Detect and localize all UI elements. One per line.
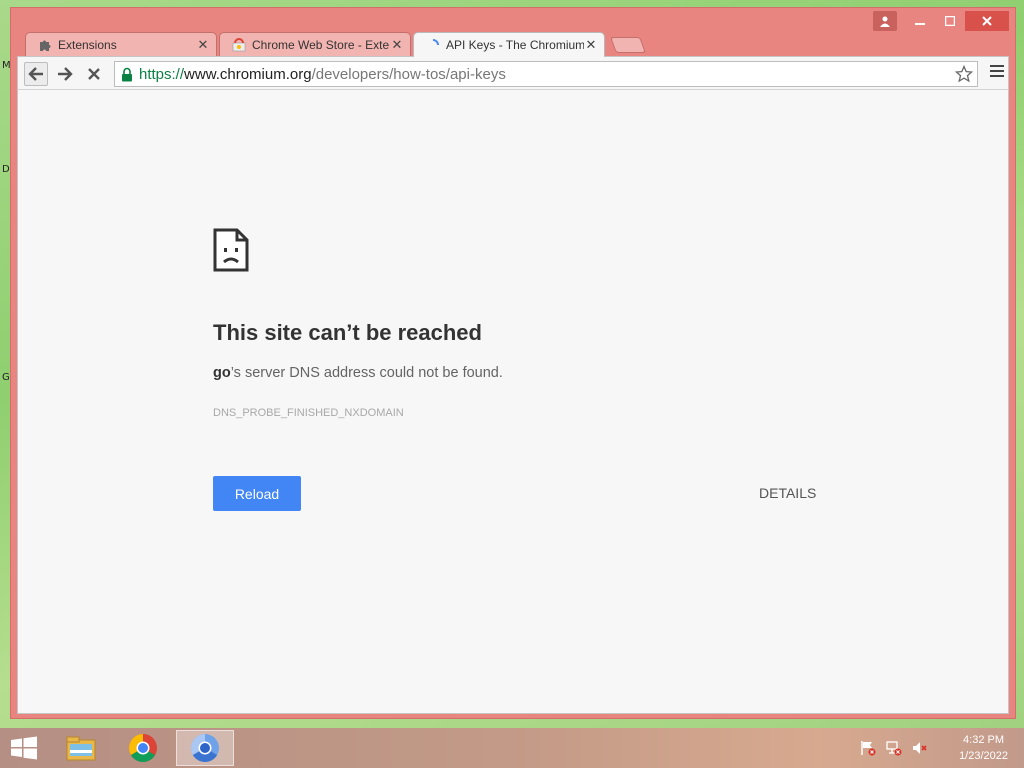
clock-date: 1/23/2022 <box>959 750 1008 762</box>
desktop-icon-label: G <box>2 372 10 383</box>
windows-logo-icon <box>11 736 37 760</box>
tab-close-icon[interactable]: ✕ <box>584 37 598 53</box>
browser-toolbar: https://www.chromium.org/developers/how-… <box>17 56 1009 90</box>
tab-title: API Keys - The Chromium <box>446 38 584 52</box>
close-icon <box>982 16 992 26</box>
tab-close-icon[interactable]: ✕ <box>390 37 404 53</box>
taskbar: 4:32 PM 1/23/2022 <box>0 728 1024 768</box>
url-scheme: https:// <box>139 65 185 83</box>
bookmark-star-icon[interactable] <box>954 64 974 87</box>
maximize-icon <box>945 16 955 26</box>
error-host: go <box>213 365 231 381</box>
clock-time: 4:32 PM <box>963 734 1005 746</box>
loading-spinner-icon <box>426 38 440 52</box>
start-button[interactable] <box>10 736 38 760</box>
error-heading: This site can’t be reached <box>213 320 482 345</box>
url-path: /developers/how-tos/api-keys <box>311 65 506 83</box>
window-controls <box>873 11 1009 31</box>
chrome-icon <box>129 734 157 762</box>
tab-web-store[interactable]: Chrome Web Store - Exte ✕ <box>219 32 411 56</box>
tab-title: Chrome Web Store - Exte <box>252 37 390 52</box>
user-icon <box>880 16 890 27</box>
error-summary: go’s server DNS address could not be fou… <box>213 365 503 381</box>
hamburger-icon <box>990 65 1004 67</box>
chrome-menu-button[interactable] <box>990 65 1004 80</box>
taskbar-file-explorer[interactable] <box>52 730 110 766</box>
action-center-flag-icon[interactable] <box>860 740 876 760</box>
forward-button[interactable] <box>53 62 77 86</box>
browser-window: Extensions ✕ Chrome Web Store - Exte ✕ A… <box>10 7 1016 719</box>
reload-button[interactable]: Reload <box>213 476 301 511</box>
tab-extensions[interactable]: Extensions ✕ <box>25 32 217 56</box>
lock-icon <box>121 67 133 82</box>
arrow-left-icon <box>28 67 43 81</box>
system-clock[interactable]: 4:32 PM 1/23/2022 <box>959 732 1008 764</box>
puzzle-icon <box>38 38 52 52</box>
chromium-icon <box>191 734 219 762</box>
stop-loading-button[interactable] <box>82 62 106 86</box>
tab-strip: Extensions ✕ Chrome Web Store - Exte ✕ A… <box>25 32 685 57</box>
error-summary-text: ’s server DNS address could not be found… <box>230 365 503 381</box>
maximize-button[interactable] <box>935 11 965 31</box>
tab-api-keys[interactable]: API Keys - The Chromium ✕ <box>413 32 605 57</box>
url-host: www.chromium.org <box>184 65 312 83</box>
taskbar-chromium[interactable] <box>176 730 234 766</box>
network-icon[interactable] <box>886 740 902 760</box>
minimize-button[interactable] <box>905 11 935 31</box>
sad-page-icon <box>213 228 249 276</box>
address-bar[interactable]: https://www.chromium.org/developers/how-… <box>114 61 978 87</box>
tab-title: Extensions <box>58 37 117 52</box>
stop-x-icon <box>88 68 100 80</box>
page-viewport: This site can’t be reached go’s server D… <box>17 90 1009 714</box>
tab-close-icon[interactable]: ✕ <box>196 37 210 53</box>
profile-button[interactable] <box>873 11 897 31</box>
file-explorer-icon <box>66 736 96 761</box>
details-button[interactable]: DETAILS <box>759 485 816 501</box>
desktop-icon-label: D <box>2 164 10 175</box>
minimize-icon <box>915 23 925 25</box>
taskbar-chrome[interactable] <box>114 730 172 766</box>
system-tray <box>860 740 928 760</box>
new-tab-button[interactable] <box>610 37 646 53</box>
arrow-right-icon <box>58 67 73 81</box>
webstore-icon <box>232 37 246 52</box>
close-window-button[interactable] <box>965 11 1009 31</box>
back-button[interactable] <box>24 62 48 86</box>
volume-muted-icon[interactable] <box>912 740 928 760</box>
error-code: DNS_PROBE_FINISHED_NXDOMAIN <box>213 407 404 419</box>
